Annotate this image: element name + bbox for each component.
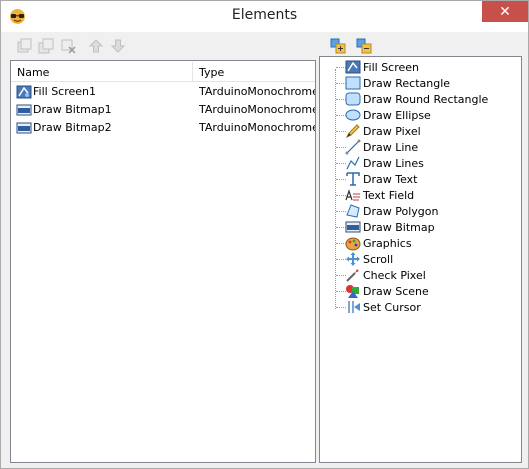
palette-item-label: Set Cursor xyxy=(363,301,421,314)
palette-item-label: Draw Pixel xyxy=(363,125,421,138)
palette-item-label: Draw Rectangle xyxy=(363,77,451,90)
palette-item-label: Text Field xyxy=(363,189,415,202)
element-palette[interactable]: Fill Screen Draw Rectangle Draw Round Re… xyxy=(319,56,522,463)
palette-item-label: Fill Screen xyxy=(363,61,420,74)
palette-item-check-pixel[interactable]: Check Pixel xyxy=(320,267,521,283)
scroll-icon xyxy=(346,252,360,266)
list-header: Name Type xyxy=(11,61,315,82)
palette-item-draw-rectangle[interactable]: Draw Rectangle xyxy=(320,75,521,91)
palette-item-label: Scroll xyxy=(363,253,394,266)
add-element-button[interactable] xyxy=(13,37,35,55)
element-name: Fill Screen1 xyxy=(33,85,97,98)
polygon-icon xyxy=(346,204,360,218)
palette-item-label: Draw Text xyxy=(363,173,418,186)
palette-item-draw-line[interactable]: Draw Line xyxy=(320,139,521,155)
graphics-icon xyxy=(345,237,361,251)
palette-item-label: Draw Bitmap xyxy=(363,221,435,234)
fill-screen-icon xyxy=(345,60,361,74)
duplicate-element-button[interactable] xyxy=(35,37,57,55)
palette-item-draw-pixel[interactable]: Draw Pixel xyxy=(320,123,521,139)
draw-bitmap-icon xyxy=(345,221,361,233)
column-header-name[interactable]: Name xyxy=(17,66,49,79)
palette-item-set-cursor[interactable]: Set Cursor xyxy=(320,299,521,315)
palette-item-label: Draw Lines xyxy=(363,157,424,170)
palette-toolbar xyxy=(327,37,375,55)
palette-item-draw-polygon[interactable]: Draw Polygon xyxy=(320,203,521,219)
expand-tree-button[interactable] xyxy=(327,37,349,55)
list-item[interactable]: Draw Bitmap1 TArduinoMonochromeDisplayEl… xyxy=(11,101,315,119)
palette-item-scroll[interactable]: Scroll xyxy=(320,251,521,267)
palette-item-label: Draw Scene xyxy=(363,285,429,298)
text-icon xyxy=(346,172,360,186)
move-up-icon xyxy=(88,39,104,53)
move-up-button[interactable] xyxy=(85,37,107,55)
draw-bitmap-icon xyxy=(16,104,32,116)
text-field-icon xyxy=(345,189,360,201)
ellipse-icon xyxy=(345,109,361,121)
elements-window: Elements ✕ Name Type Fill Screen1 TArdui… xyxy=(0,0,529,469)
window-title: Elements xyxy=(231,7,298,23)
lines-icon xyxy=(346,156,360,170)
round-rectangle-icon xyxy=(345,92,361,106)
elements-list[interactable]: Name Type Fill Screen1 TArduinoMonochrom… xyxy=(10,60,316,463)
cursor-icon xyxy=(348,301,360,313)
draw-bitmap-icon xyxy=(16,122,32,134)
element-type: TArduinoMonochromeDisplayElementDrawBitm… xyxy=(199,121,315,134)
delete-element-icon xyxy=(61,39,76,54)
palette-item-label: Draw Polygon xyxy=(363,205,439,218)
title-bar[interactable]: Elements ✕ xyxy=(1,1,528,32)
palette-item-label: Draw Round Rectangle xyxy=(363,93,489,106)
palette-item-draw-round-rectangle[interactable]: Draw Round Rectangle xyxy=(320,91,521,107)
move-down-icon xyxy=(110,39,126,53)
palette-item-label: Draw Line xyxy=(363,141,419,154)
palette-item-graphics[interactable]: Graphics xyxy=(320,235,521,251)
collapse-tree-button[interactable] xyxy=(353,37,375,55)
palette-item-draw-scene[interactable]: Draw Scene xyxy=(320,283,521,299)
palette-item-fill-screen[interactable]: Fill Screen xyxy=(320,59,521,75)
palette-item-draw-lines[interactable]: Draw Lines xyxy=(320,155,521,171)
palette-tree: Fill Screen Draw Rectangle Draw Round Re… xyxy=(320,59,521,315)
close-button[interactable]: ✕ xyxy=(482,1,528,22)
delete-element-button[interactable] xyxy=(57,37,79,55)
list-toolbar xyxy=(13,37,129,57)
list-item[interactable]: Fill Screen1 TArduinoMonochromeDisplayEl… xyxy=(11,83,315,101)
add-element-icon xyxy=(17,38,32,53)
palette-item-label: Check Pixel xyxy=(363,269,426,282)
fill-screen-icon xyxy=(16,85,32,99)
collapse-tree-icon xyxy=(356,38,372,54)
element-name: Draw Bitmap2 xyxy=(33,121,112,134)
rectangle-icon xyxy=(345,76,361,90)
palette-item-draw-bitmap[interactable]: Draw Bitmap xyxy=(320,219,521,235)
column-header-type[interactable]: Type xyxy=(199,66,224,79)
close-icon: ✕ xyxy=(499,3,511,20)
list-item[interactable]: Draw Bitmap2 TArduinoMonochromeDisplayEl… xyxy=(11,119,315,137)
line-icon xyxy=(345,139,361,155)
expand-tree-icon xyxy=(330,38,346,54)
scene-icon xyxy=(346,285,359,298)
element-name: Draw Bitmap1 xyxy=(33,103,112,116)
palette-item-draw-ellipse[interactable]: Draw Ellipse xyxy=(320,107,521,123)
element-type: TArduinoMonochromeDisplayElementFillScre… xyxy=(199,85,315,98)
palette-item-label: Graphics xyxy=(363,237,412,250)
move-down-button[interactable] xyxy=(107,37,129,55)
element-type: TArduinoMonochromeDisplayElementDrawBitm… xyxy=(199,103,315,116)
palette-item-draw-text[interactable]: Draw Text xyxy=(320,171,521,187)
palette-item-label: Draw Ellipse xyxy=(363,109,431,122)
column-divider[interactable] xyxy=(192,62,193,81)
pencil-icon xyxy=(345,124,360,139)
palette-item-text-field[interactable]: Text Field xyxy=(320,187,521,203)
duplicate-element-icon xyxy=(38,38,54,54)
check-pixel-icon xyxy=(346,269,359,282)
list-rows: Fill Screen1 TArduinoMonochromeDisplayEl… xyxy=(11,83,315,137)
